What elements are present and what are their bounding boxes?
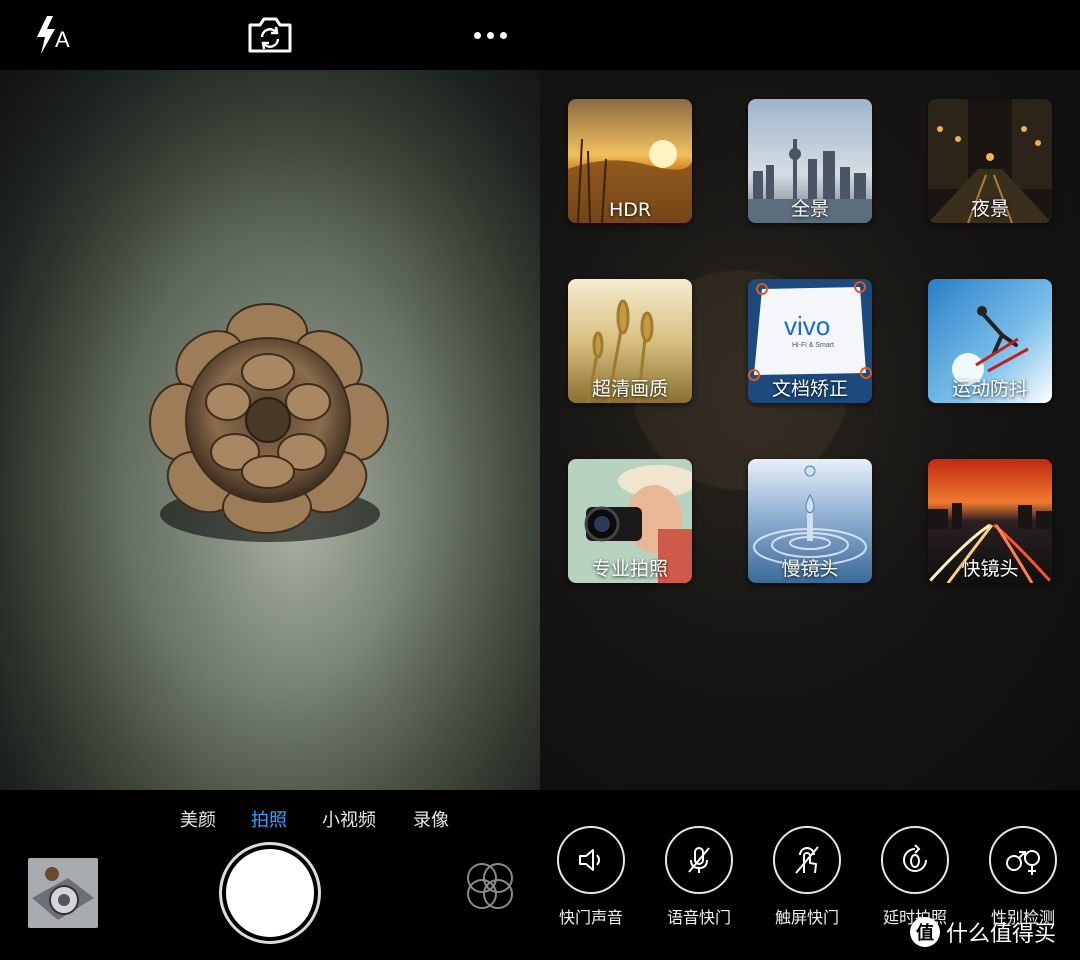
mode-panorama[interactable]: 全景 bbox=[748, 99, 872, 223]
mode-label: 运动防抖 bbox=[951, 378, 1028, 400]
mode-label: 快镜头 bbox=[961, 558, 1019, 580]
option-circle bbox=[557, 826, 625, 894]
option-label: 触屏快门 bbox=[774, 908, 839, 927]
option-shutter-sound[interactable]: 快门声音 bbox=[537, 826, 645, 928]
last-photo-thumbnail bbox=[28, 858, 98, 928]
shutter-button[interactable] bbox=[219, 842, 321, 944]
svg-text:A: A bbox=[55, 27, 70, 52]
mode-hdr[interactable]: HDR bbox=[568, 99, 692, 223]
mode-label: 慢镜头 bbox=[781, 558, 839, 580]
option-circle bbox=[989, 826, 1057, 894]
mode-label: 超清画质 bbox=[591, 378, 668, 400]
dot bbox=[499, 31, 507, 39]
option-touch-shutter[interactable]: 触屏快门 bbox=[753, 826, 861, 928]
microphone-off-icon bbox=[688, 847, 710, 873]
mode-night[interactable]: 夜景 bbox=[928, 99, 1052, 223]
watermark-text: 什么值得买 bbox=[946, 922, 1057, 947]
more-dots-icon bbox=[473, 31, 481, 39]
filters-button[interactable] bbox=[460, 856, 520, 916]
more-options-button[interactable] bbox=[465, 10, 515, 60]
mode-professional[interactable]: 专业拍照 bbox=[568, 459, 692, 583]
option-timer[interactable]: 延时拍照 bbox=[861, 826, 969, 928]
shooting-modes-panel: HDR 全景 夜景 超清画质 vivo Hi-Fi & Smart 文档矫正 运… bbox=[540, 70, 1080, 790]
mode-label: 夜景 bbox=[970, 198, 1009, 220]
option-circle bbox=[773, 826, 841, 894]
touch-icon bbox=[795, 846, 819, 874]
pinecone-subject bbox=[149, 303, 389, 542]
mode-document-correction[interactable]: vivo Hi-Fi & Smart 文档矫正 bbox=[748, 279, 872, 403]
tab-beauty[interactable]: 美颜 bbox=[180, 806, 216, 832]
switch-camera-button[interactable] bbox=[244, 10, 296, 60]
mode-time-lapse[interactable]: 快镜头 bbox=[928, 459, 1052, 583]
watermark-badge: 值 bbox=[910, 917, 940, 947]
mode-label: 全景 bbox=[790, 198, 829, 220]
mode-label: 文档矫正 bbox=[771, 378, 848, 400]
flash-toggle-button[interactable]: A bbox=[28, 10, 78, 60]
camera-viewfinder[interactable] bbox=[0, 70, 540, 790]
option-circle bbox=[881, 826, 949, 894]
option-label: 快门声音 bbox=[558, 908, 623, 927]
mode-label: 专业拍照 bbox=[591, 558, 668, 580]
timer-icon bbox=[903, 844, 927, 872]
option-gender-detection[interactable]: 性别检测 bbox=[969, 826, 1077, 928]
tab-video[interactable]: 录像 bbox=[413, 806, 449, 832]
dot bbox=[486, 31, 494, 39]
option-voice-shutter[interactable]: 语音快门 bbox=[645, 826, 753, 928]
site-watermark: 值 什么值得买 bbox=[910, 916, 1056, 948]
speaker-icon bbox=[579, 849, 600, 871]
filters-icon bbox=[467, 863, 513, 909]
svg-text:vivo: vivo bbox=[784, 311, 830, 341]
tab-photo[interactable]: 拍照 bbox=[251, 806, 287, 832]
mode-label: HDR bbox=[608, 199, 652, 221]
camera-switch-icon bbox=[248, 17, 292, 53]
mode-super-resolution[interactable]: 超清画质 bbox=[568, 279, 692, 403]
mode-sports-stabilization[interactable]: 运动防抖 bbox=[928, 279, 1052, 403]
gender-icon bbox=[1006, 850, 1040, 875]
option-circle bbox=[665, 826, 733, 894]
option-label: 语音快门 bbox=[666, 908, 731, 927]
gallery-thumbnail[interactable] bbox=[28, 858, 98, 928]
mode-slow-motion[interactable]: 慢镜头 bbox=[748, 459, 872, 583]
svg-text:Hi-Fi & Smart: Hi-Fi & Smart bbox=[792, 342, 834, 349]
flash-auto-icon: A bbox=[37, 16, 70, 54]
shutter-inner bbox=[226, 849, 314, 937]
top-bar: A bbox=[0, 0, 1080, 70]
tab-short-video[interactable]: 小视频 bbox=[322, 806, 376, 832]
